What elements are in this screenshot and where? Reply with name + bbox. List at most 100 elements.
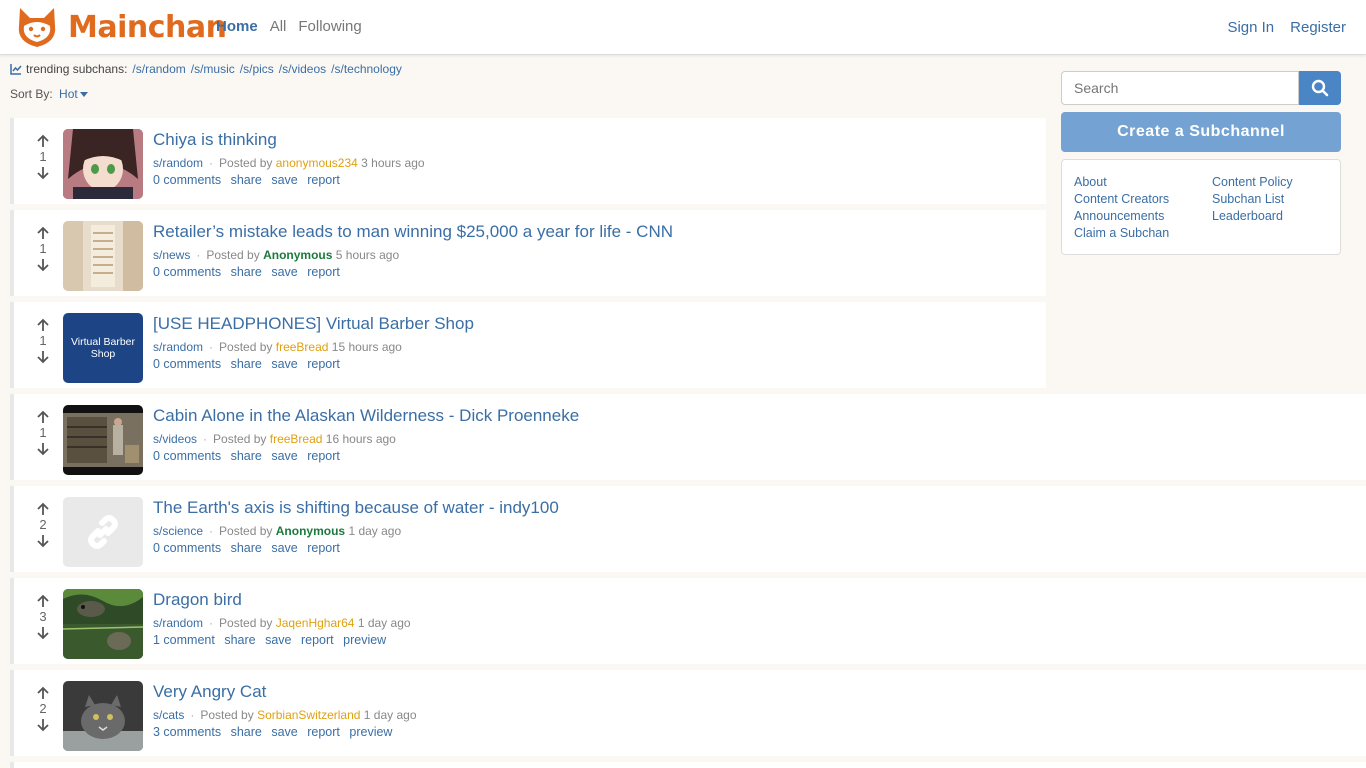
search-button[interactable] (1299, 71, 1341, 105)
comments-link[interactable]: 0 comments (153, 541, 221, 555)
downvote-arrow-icon[interactable] (36, 350, 50, 364)
post-author[interactable]: anonymous234 (276, 156, 358, 170)
nav-home[interactable]: Home (216, 18, 258, 35)
comments-link[interactable]: 0 comments (153, 449, 221, 463)
trending-item[interactable]: /s/pics (240, 62, 274, 76)
preview-link[interactable]: preview (343, 633, 386, 647)
report-link[interactable]: report (307, 541, 340, 555)
save-link[interactable]: save (265, 633, 291, 647)
post-thumbnail[interactable] (63, 405, 143, 475)
downvote-arrow-icon[interactable] (36, 258, 50, 272)
post-thumbnail[interactable] (63, 681, 143, 751)
report-link[interactable]: report (307, 449, 340, 463)
post-subchan[interactable]: s/random (153, 616, 203, 630)
trending-item[interactable]: /s/music (191, 62, 235, 76)
post-title[interactable]: [USE HEADPHONES] Virtual Barber Shop (153, 314, 474, 334)
post-subchan[interactable]: s/cats (153, 708, 184, 722)
nav-all[interactable]: All (270, 18, 287, 35)
post-author[interactable]: freeBread (276, 340, 329, 354)
save-link[interactable]: save (271, 449, 297, 463)
upvote-arrow-icon[interactable] (36, 134, 50, 148)
share-link[interactable]: share (231, 173, 262, 187)
report-link[interactable]: report (307, 357, 340, 371)
post-title[interactable]: Retailer’s mistake leads to man winning … (153, 222, 673, 242)
downvote-arrow-icon[interactable] (36, 442, 50, 456)
sort-dropdown[interactable]: Hot (59, 87, 88, 101)
trending-item[interactable]: /s/random (132, 62, 185, 76)
downvote-arrow-icon[interactable] (36, 626, 50, 640)
save-link[interactable]: save (271, 357, 297, 371)
post-meta: s/random · Posted by anonymous234 3 hours … (153, 156, 425, 170)
post-author[interactable]: freeBread (270, 432, 323, 446)
sidebar-links: About Content Creators Announcements Cla… (1061, 159, 1341, 255)
upvote-arrow-icon[interactable] (36, 410, 50, 424)
post-subchan[interactable]: s/news (153, 248, 190, 262)
sign-in-link[interactable]: Sign In (1227, 19, 1274, 36)
post-subchan[interactable]: s/videos (153, 432, 197, 446)
post-title[interactable]: Dragon bird (153, 590, 242, 610)
announcements-link[interactable]: Announcements (1074, 208, 1169, 225)
post-author[interactable]: JaqenHghar64 (276, 616, 355, 630)
save-link[interactable]: save (271, 541, 297, 555)
save-link[interactable]: save (271, 725, 297, 739)
share-link[interactable]: share (231, 449, 262, 463)
content-creators-link[interactable]: Content Creators (1074, 191, 1169, 208)
post-title[interactable]: Chiya is thinking (153, 130, 277, 150)
share-link[interactable]: share (231, 541, 262, 555)
post-author[interactable]: Anonymous (263, 248, 332, 262)
post-thumbnail[interactable] (63, 129, 143, 199)
report-link[interactable]: report (307, 173, 340, 187)
downvote-arrow-icon[interactable] (36, 534, 50, 548)
share-link[interactable]: share (231, 357, 262, 371)
claim-subchan-link[interactable]: Claim a Subchan (1074, 225, 1169, 242)
report-link[interactable]: report (307, 265, 340, 279)
post-title[interactable]: Cabin Alone in the Alaskan Wilderness - … (153, 406, 579, 426)
trending-item[interactable]: /s/technology (331, 62, 402, 76)
upvote-arrow-icon[interactable] (36, 318, 50, 332)
search-input[interactable] (1061, 71, 1299, 105)
post-time: 15 hours ago (331, 340, 402, 354)
report-link[interactable]: report (307, 725, 340, 739)
share-link[interactable]: share (231, 265, 262, 279)
post-subchan[interactable]: s/science (153, 524, 203, 538)
upvote-arrow-icon[interactable] (36, 226, 50, 240)
post-subchan[interactable]: s/random (153, 156, 203, 170)
share-link[interactable]: share (224, 633, 255, 647)
upvote-arrow-icon[interactable] (36, 502, 50, 516)
comments-link[interactable]: 1 comment (153, 633, 215, 647)
vote-box: 1 (34, 410, 52, 456)
comments-link[interactable]: 3 comments (153, 725, 221, 739)
report-link[interactable]: report (301, 633, 334, 647)
about-link[interactable]: About (1074, 174, 1169, 191)
comments-link[interactable]: 0 comments (153, 265, 221, 279)
nav-following[interactable]: Following (298, 18, 361, 35)
post-score: 3 (39, 609, 47, 624)
post-author[interactable]: SorbianSwitzerland (257, 708, 360, 722)
create-subchannel-button[interactable]: Create a Subchannel (1061, 112, 1341, 152)
save-link[interactable]: save (271, 265, 297, 279)
comments-link[interactable]: 0 comments (153, 173, 221, 187)
post-author[interactable]: Anonymous (276, 524, 345, 538)
subchan-list-link[interactable]: Subchan List (1212, 191, 1293, 208)
downvote-arrow-icon[interactable] (36, 718, 50, 732)
register-link[interactable]: Register (1290, 19, 1346, 36)
fox-logo-icon (18, 8, 56, 47)
leaderboard-link[interactable]: Leaderboard (1212, 208, 1293, 225)
logo[interactable]: Mainchan (14, 4, 227, 50)
comments-link[interactable]: 0 comments (153, 357, 221, 371)
upvote-arrow-icon[interactable] (36, 594, 50, 608)
preview-link[interactable]: preview (349, 725, 392, 739)
post-thumbnail[interactable]: Virtual Barber Shop (63, 313, 143, 383)
post-subchan[interactable]: s/random (153, 340, 203, 354)
save-link[interactable]: save (271, 173, 297, 187)
post-title[interactable]: The Earth's axis is shifting because of … (153, 498, 559, 518)
downvote-arrow-icon[interactable] (36, 166, 50, 180)
post-thumbnail[interactable] (63, 497, 143, 567)
content-policy-link[interactable]: Content Policy (1212, 174, 1293, 191)
post-thumbnail[interactable] (63, 221, 143, 291)
upvote-arrow-icon[interactable] (36, 686, 50, 700)
share-link[interactable]: share (231, 725, 262, 739)
post-title[interactable]: Very Angry Cat (153, 682, 266, 702)
trending-item[interactable]: /s/videos (279, 62, 326, 76)
post-thumbnail[interactable] (63, 589, 143, 659)
